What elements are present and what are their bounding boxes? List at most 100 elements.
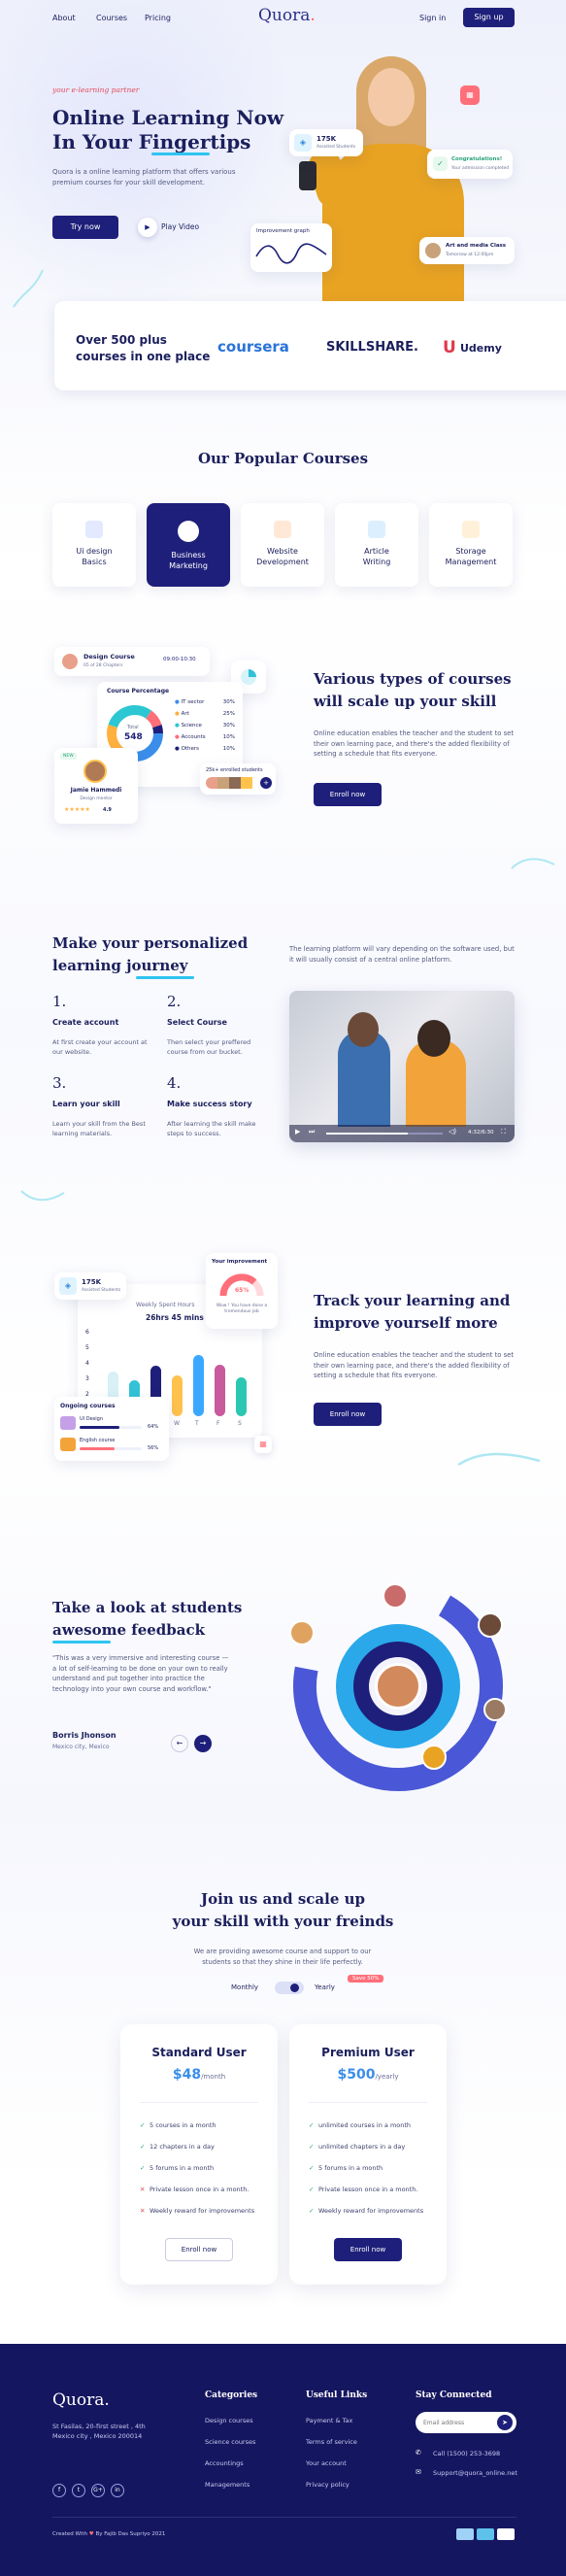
- assisted-students-card: ◈ 175K Assisted Students: [289, 129, 363, 156]
- decor-squiggle: [511, 858, 555, 869]
- y-tick: 6: [85, 1329, 89, 1336]
- ongoing-title: Ongoing courses: [60, 1403, 116, 1409]
- journey-video[interactable]: ▶ ⏭ ◁) 4:32/6:30 ⛶: [289, 991, 515, 1142]
- ui-design-icon: [85, 521, 103, 538]
- enrolled-students-card: 25k+ enrolled students +: [200, 763, 276, 795]
- student-avatar[interactable]: [421, 1745, 447, 1770]
- category-link[interactable]: Science courses: [205, 2438, 255, 2446]
- decor-squiggle: [457, 1452, 541, 1467]
- video-next-icon[interactable]: ⏭: [309, 1128, 315, 1136]
- track-enroll-button[interactable]: Enroll now: [314, 1403, 382, 1426]
- billing-monthly-label[interactable]: Monthly: [231, 1983, 258, 1991]
- legend-name: Science: [181, 723, 202, 729]
- assisted-value: 175K: [316, 135, 337, 143]
- feature-text: 12 chapters in a day: [150, 2143, 215, 2151]
- next-arrow-icon[interactable]: →: [194, 1735, 212, 1752]
- category-link[interactable]: Managements: [205, 2481, 250, 2489]
- decor-squiggle: [20, 1190, 65, 1202]
- billing-yearly-label[interactable]: Yearly: [315, 1983, 335, 1991]
- improvement-sub: Wow ! You have done a tremendous job: [216, 1304, 268, 1315]
- brand-logo[interactable]: Quora.: [258, 6, 316, 25]
- feature-row: ✓ 5 forums in a month: [309, 2164, 383, 2172]
- hero-tagline: your e-learning partner: [52, 85, 140, 94]
- nav-about[interactable]: About: [52, 14, 76, 22]
- nav-signin[interactable]: Sign in: [419, 14, 446, 22]
- student-avatar[interactable]: [383, 1583, 408, 1609]
- useful-link[interactable]: Your account: [306, 2459, 347, 2467]
- useful-link[interactable]: Privacy policy: [306, 2481, 350, 2489]
- footer-phone[interactable]: Call (1500) 253-3698: [433, 2450, 500, 2457]
- track-cap-icon: ◈: [59, 1277, 77, 1295]
- center-student-avatar[interactable]: [375, 1663, 421, 1710]
- fullscreen-icon[interactable]: ⛶: [501, 1128, 506, 1136]
- mastercard-icon: [497, 2528, 515, 2540]
- check-icon: ✓: [140, 2164, 146, 2172]
- partner-coursera-logo[interactable]: coursera: [217, 338, 289, 356]
- send-icon[interactable]: ➤: [497, 2415, 513, 2430]
- footer-email[interactable]: Support@quora_online.net: [433, 2469, 517, 2477]
- hero-description: Quora is a online learning platform that…: [52, 168, 236, 186]
- feature-row: ✕ Weekly reward for improvements: [140, 2207, 254, 2215]
- footer-logo[interactable]: Quora.: [52, 2390, 110, 2410]
- useful-link[interactable]: Terms of service: [306, 2438, 357, 2446]
- day-label: S: [238, 1420, 242, 1427]
- course-card-web-dev[interactable]: Website Development: [241, 503, 324, 587]
- newsletter-form: ➤: [416, 2412, 516, 2433]
- prev-arrow-icon[interactable]: ←: [171, 1735, 188, 1752]
- feature-text: Weekly reward for improvements: [150, 2207, 255, 2215]
- plan-period: /month: [201, 2073, 226, 2081]
- pricing-title-1: Join us and scale up: [201, 1890, 365, 1908]
- categories-title: Categories: [205, 2390, 258, 2400]
- course-label: Storage Management: [445, 547, 497, 567]
- toggle-knob: [290, 1983, 299, 1992]
- weekly-hours-bar: [215, 1365, 225, 1416]
- nav-pricing[interactable]: Pricing: [145, 14, 171, 22]
- email-input[interactable]: [423, 2417, 491, 2428]
- standard-enroll-button[interactable]: Enroll now: [165, 2238, 233, 2261]
- footer-divider: [52, 2517, 516, 2518]
- step-3-desc: Learn your skill from the Best learning …: [52, 1120, 146, 1138]
- teacher-name: Jamie Hammedi: [70, 787, 122, 794]
- course-label: Website Development: [256, 547, 309, 567]
- donut-total-value: 548: [124, 732, 143, 742]
- category-link[interactable]: Accountings: [205, 2459, 244, 2467]
- video-volume-icon[interactable]: ◁): [449, 1128, 456, 1135]
- google-plus-icon[interactable]: G+: [91, 2484, 105, 2497]
- step-4-title: Make success story: [167, 1100, 252, 1108]
- track-title-2: improve yourself more: [314, 1314, 498, 1332]
- facebook-icon[interactable]: f: [52, 2484, 66, 2497]
- design-course-card: Design Course 05 of 28 Chapters 09:00-10…: [54, 647, 210, 676]
- signup-button[interactable]: Sign up: [463, 8, 515, 27]
- visa-card-icon: [456, 2528, 474, 2540]
- partner-skillshare-logo[interactable]: SKILLSHARE.: [326, 340, 418, 355]
- course-card-article[interactable]: Article Writing: [335, 503, 418, 587]
- track-students-card: ◈ 175K Assisted Students: [54, 1272, 126, 1300]
- partner-udemy-logo[interactable]: Udemy: [460, 342, 502, 355]
- category-link[interactable]: Design courses: [205, 2417, 253, 2424]
- scale-enroll-button[interactable]: Enroll now: [314, 783, 382, 806]
- course-card-storage[interactable]: Storage Management: [429, 503, 513, 587]
- photo-face: [368, 68, 415, 126]
- billing-toggle[interactable]: [275, 1982, 304, 1994]
- course-card-business[interactable]: Business Marketing: [147, 503, 230, 587]
- student-avatar[interactable]: [289, 1620, 315, 1645]
- try-now-button[interactable]: Try now: [52, 216, 118, 239]
- top-navbar: About Courses Pricing Quora. Sign in Sig…: [0, 0, 566, 37]
- class-reminder-card: Art and media Class Tomorrow at 12:00pm: [419, 237, 515, 264]
- copyright-text: By Fajib Das Supriyo 2021: [95, 2531, 166, 2537]
- partners-title: Over 500 plus courses in one place: [76, 333, 211, 363]
- nav-courses[interactable]: Courses: [96, 14, 127, 22]
- design-course-time: 09:00-10:30: [163, 657, 196, 662]
- premium-enroll-button[interactable]: Enroll now: [334, 2238, 402, 2261]
- student-avatar[interactable]: [478, 1612, 503, 1638]
- video-time: 4:32/6:30: [468, 1130, 494, 1135]
- useful-link[interactable]: Payment & Tax: [306, 2417, 352, 2424]
- legend-pct: 10%: [222, 734, 235, 740]
- video-play-icon[interactable]: ▶: [295, 1128, 300, 1135]
- student-avatar[interactable]: [483, 1698, 507, 1721]
- course-card-ui-design[interactable]: Ui design Basics: [52, 503, 136, 587]
- twitter-icon[interactable]: t: [72, 2484, 85, 2497]
- linkedin-icon[interactable]: in: [111, 2484, 124, 2497]
- course-pct-title: Course Percentage: [107, 688, 170, 695]
- journey-title-1: Make your personalized: [52, 934, 249, 952]
